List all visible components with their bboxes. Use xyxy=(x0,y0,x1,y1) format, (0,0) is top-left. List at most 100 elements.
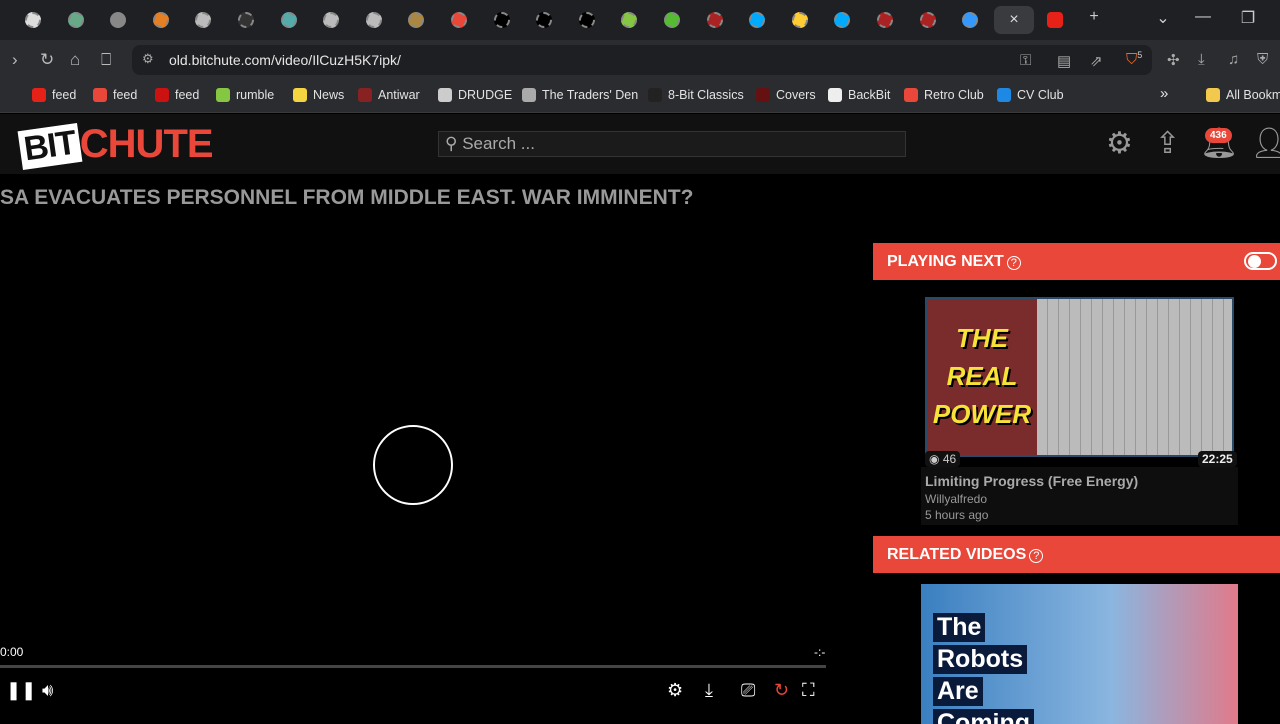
all-bookmarks-folder[interactable]: All Bookmarks xyxy=(1206,88,1280,102)
bookmark-item[interactable]: rumble xyxy=(216,88,274,102)
tab-search-chevron-icon[interactable]: ⌄ xyxy=(1148,8,1178,28)
settings-gear-icon[interactable]: ⚙ xyxy=(1106,126,1133,161)
pause-button[interactable]: ❚❚ xyxy=(6,680,36,701)
user-avatar-icon[interactable]: 👤︎ xyxy=(1250,126,1280,161)
browser-tab[interactable] xyxy=(524,6,564,34)
browser-tab[interactable] xyxy=(865,6,905,34)
browser-tab[interactable] xyxy=(141,6,181,34)
tab-favicon-icon xyxy=(962,12,979,28)
brave-shield-icon[interactable]: ⛉5 xyxy=(1126,50,1142,68)
progress-bar[interactable] xyxy=(0,665,826,668)
bookmark-item[interactable]: feed xyxy=(32,88,76,102)
cast-icon[interactable]: ⎚ xyxy=(741,680,755,701)
forward-icon[interactable]: › xyxy=(12,50,18,70)
browser-tab[interactable] xyxy=(1035,6,1075,34)
bookmark-icon[interactable]: ⎕ xyxy=(101,50,111,70)
fullscreen-icon[interactable]: ⛶ xyxy=(802,680,815,701)
upload-icon[interactable]: ⇪ xyxy=(1155,126,1180,161)
bookmark-label: Covers xyxy=(776,88,816,102)
tab-favicon-icon xyxy=(25,12,41,28)
browser-tab[interactable] xyxy=(56,6,96,34)
browser-tab[interactable] xyxy=(652,6,692,34)
bookmark-favicon-icon xyxy=(93,88,107,102)
bookmark-item[interactable]: Antiwar xyxy=(358,88,420,102)
browser-tab[interactable] xyxy=(269,6,309,34)
bookmark-item[interactable]: feed xyxy=(93,88,137,102)
reader-icon[interactable]: ▤ xyxy=(1057,52,1071,70)
more-bookmarks-button[interactable]: » xyxy=(1160,85,1168,102)
bookmark-item[interactable]: The Traders' Den xyxy=(522,88,638,102)
bookmark-item[interactable]: News xyxy=(293,88,344,102)
browser-tab[interactable] xyxy=(183,6,223,34)
tab-favicon-icon xyxy=(834,12,851,28)
bookmark-label: DRUDGE xyxy=(458,88,513,102)
next-video-title[interactable]: Limiting Progress (Free Energy) xyxy=(925,473,1234,489)
bookmark-label: 8-Bit Classics xyxy=(668,88,744,102)
next-video-channel[interactable]: Willyalfredo xyxy=(925,492,1234,506)
video-title: SA EVACUATES PERSONNEL FROM MIDDLE EAST.… xyxy=(0,186,694,209)
bookmark-item[interactable]: feed xyxy=(155,88,199,102)
active-tab-close-button[interactable]: × xyxy=(994,6,1034,34)
browser-tab[interactable] xyxy=(396,6,436,34)
browser-tab[interactable] xyxy=(780,6,820,34)
tab-favicon-icon xyxy=(791,12,808,28)
key-icon[interactable]: ⚿ xyxy=(1020,52,1031,69)
related-title: RELATED VIDEOS xyxy=(887,546,1027,563)
downloads-icon[interactable]: ⤓ xyxy=(1198,51,1205,68)
bookmark-favicon-icon xyxy=(648,88,662,102)
bookmark-label: Antiwar xyxy=(378,88,420,102)
browser-tab[interactable] xyxy=(950,6,990,34)
bitchute-logo[interactable]: BITCHUTE xyxy=(17,122,214,170)
eye-icon: ◉ xyxy=(929,452,943,466)
tab-favicon-icon xyxy=(493,12,510,28)
url-text[interactable]: old.bitchute.com/video/IlCuzH5K7ipk/ xyxy=(169,52,401,68)
media-icon[interactable]: ♫ xyxy=(1228,51,1239,68)
browser-tab[interactable] xyxy=(908,6,948,34)
next-video-thumbnail[interactable]: THE REAL POWER xyxy=(925,297,1234,457)
replay-icon[interactable]: ↻ xyxy=(774,680,789,701)
autoplay-toggle[interactable] xyxy=(1244,252,1277,270)
volume-icon[interactable]: 🔊︎ xyxy=(42,680,53,701)
bookmark-item[interactable]: DRUDGE xyxy=(438,88,512,102)
new-tab-button[interactable]: + xyxy=(1079,8,1109,26)
tab-favicon-icon xyxy=(152,12,169,28)
browser-tab[interactable] xyxy=(482,6,522,34)
site-settings-icon[interactable]: ⚙ xyxy=(142,51,154,67)
tab-favicon-icon xyxy=(451,12,467,28)
bookmark-label: The Traders' Den xyxy=(542,88,639,102)
download-icon[interactable]: ⤓ xyxy=(705,680,713,701)
thumb-line: Are xyxy=(933,677,983,706)
browser-tab[interactable] xyxy=(226,6,266,34)
browser-tab[interactable] xyxy=(822,6,862,34)
bookmark-item[interactable]: CV Club xyxy=(997,88,1064,102)
browser-tab[interactable] xyxy=(567,6,607,34)
browser-tab[interactable] xyxy=(737,6,777,34)
browser-tab[interactable] xyxy=(13,6,53,34)
reload-icon[interactable]: ↻ xyxy=(40,50,54,70)
browser-tab[interactable] xyxy=(609,6,649,34)
share-icon[interactable]: ⇗ xyxy=(1090,52,1103,70)
search-input[interactable]: ⚲ Search ... xyxy=(438,131,906,157)
tab-favicon-icon xyxy=(323,12,340,28)
extensions-icon[interactable]: ✣ xyxy=(1167,51,1180,69)
bookmark-favicon-icon xyxy=(438,88,452,102)
browser-tab[interactable] xyxy=(695,6,735,34)
help-icon[interactable]: ? xyxy=(1029,549,1044,563)
vpn-icon[interactable]: ⛨ xyxy=(1257,51,1268,68)
settings-icon[interactable]: ⚙ xyxy=(667,680,683,701)
browser-tab[interactable] xyxy=(354,6,394,34)
bookmark-item[interactable]: Retro Club xyxy=(904,88,984,102)
bookmark-item[interactable]: BackBit xyxy=(828,88,890,102)
home-icon[interactable]: ⌂ xyxy=(70,50,80,70)
minimize-button[interactable]: — xyxy=(1188,8,1218,26)
browser-tab[interactable] xyxy=(98,6,138,34)
help-icon[interactable]: ? xyxy=(1006,256,1021,270)
address-bar[interactable]: ⚙ old.bitchute.com/video/IlCuzH5K7ipk/ ⚿… xyxy=(132,45,1152,75)
next-video-info[interactable]: Limiting Progress (Free Energy) Willyalf… xyxy=(921,467,1238,525)
bookmark-item[interactable]: 8-Bit Classics xyxy=(648,88,744,102)
browser-tab[interactable] xyxy=(439,6,479,34)
bookmark-item[interactable]: Covers xyxy=(756,88,816,102)
browser-tab[interactable] xyxy=(311,6,351,34)
restore-button[interactable]: ❐ xyxy=(1233,8,1263,28)
related-video-thumbnail[interactable]: The Robots Are Coming xyxy=(921,584,1238,724)
